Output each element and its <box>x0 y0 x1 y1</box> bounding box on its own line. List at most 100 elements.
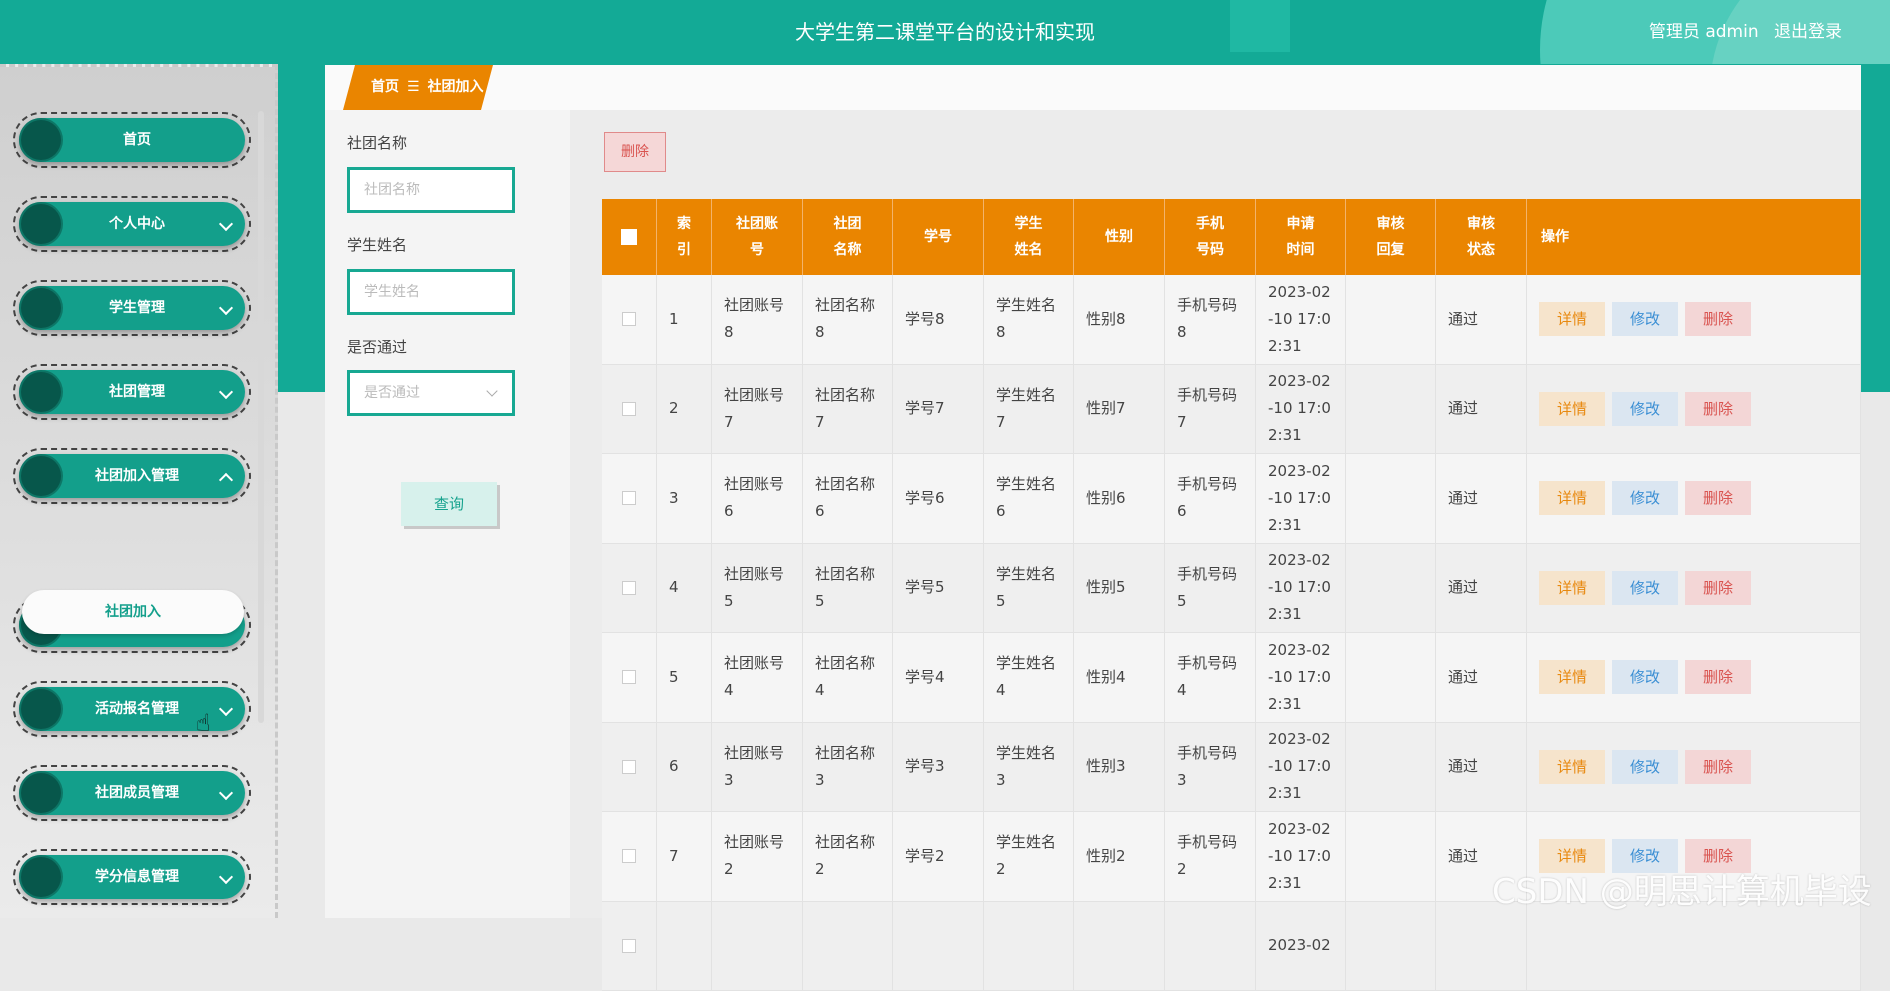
sidebar-item-student-mgmt[interactable]: 学生管理 <box>13 280 251 336</box>
sidebar-item-club-mgmt[interactable]: 社团管理 <box>13 364 251 420</box>
cell-reply <box>1346 633 1436 722</box>
club-name-input[interactable]: 社团名称 <box>347 167 515 213</box>
breadcrumb-bar: 首页☰社团加入 <box>325 65 1861 111</box>
delete-button[interactable]: 删除 <box>1685 571 1751 605</box>
cell-index <box>657 902 712 991</box>
row-checkbox[interactable] <box>622 312 636 326</box>
row-checkbox[interactable] <box>622 402 636 416</box>
sidebar-item-pill: 社团成员管理 <box>19 771 245 815</box>
column-phone: 手机 号码 <box>1165 199 1256 275</box>
cell-account: 社团账号 2 <box>712 812 803 901</box>
detail-button[interactable]: 详情 <box>1539 750 1605 784</box>
chevron-down-icon <box>486 385 497 396</box>
column-review-status: 审核 状态 <box>1436 199 1527 275</box>
cell-actions: 详情修改删除 <box>1527 365 1861 454</box>
student-name-input[interactable]: 学生姓名 <box>347 269 515 315</box>
sidebar-item-label: 活动报名管理 <box>59 687 215 731</box>
cell-phone: 手机号码 6 <box>1165 454 1256 543</box>
row-checkbox[interactable] <box>622 760 636 774</box>
row-checkbox[interactable] <box>622 491 636 505</box>
sidebar-item-pill: 个人中心 <box>19 202 245 246</box>
cell-status: 通过 <box>1436 544 1527 633</box>
cell-time: 2023-02 -10 17:0 2:31 <box>1256 454 1346 543</box>
sidebar-item-pill: 学分信息管理 <box>19 855 245 899</box>
column-club-name: 社团 名称 <box>803 199 893 275</box>
column-apply-time: 申请 时间 <box>1256 199 1346 275</box>
sidebar-item-club-join-mgmt[interactable]: 社团加入管理 <box>13 448 251 504</box>
chevron-down-icon <box>219 301 233 315</box>
circle-icon <box>21 456 61 496</box>
batch-delete-button[interactable]: 删除 <box>604 132 666 172</box>
table-row: 3社团账号 6社团名称 6学号6学生姓名 6性别6手机号码 62023-02 -… <box>602 454 1861 544</box>
select-all-checkbox[interactable] <box>621 229 637 245</box>
sidebar-item-club-member-mgmt[interactable]: 社团成员管理 <box>13 765 251 821</box>
sidebar-item-home[interactable]: 首页 <box>13 112 251 168</box>
edit-button[interactable]: 修改 <box>1612 481 1678 515</box>
edit-button[interactable]: 修改 <box>1612 750 1678 784</box>
delete-button[interactable]: 删除 <box>1685 302 1751 336</box>
edit-button[interactable]: 修改 <box>1612 660 1678 694</box>
sidebar-item-label: 社团加入管理 <box>59 454 215 498</box>
table-row: 4社团账号 5社团名称 5学号5学生姓名 5性别5手机号码 52023-02 -… <box>602 544 1861 634</box>
table-row: 1社团账号 8社团名称 8学号8学生姓名 8性别8手机号码 82023-02 -… <box>602 275 1861 365</box>
cell-student: 学生姓名 7 <box>984 365 1074 454</box>
cell-name: 社团名称 6 <box>803 454 893 543</box>
cell-gender: 性别5 <box>1074 544 1165 633</box>
row-checkbox-cell <box>602 544 657 633</box>
student-name-label: 学生姓名 <box>347 234 407 255</box>
cell-time: 2023-02 -10 17:0 2:31 <box>1256 275 1346 364</box>
delete-button[interactable]: 删除 <box>1685 481 1751 515</box>
row-checkbox[interactable] <box>622 581 636 595</box>
cell-actions <box>1527 902 1861 991</box>
club-name-label: 社团名称 <box>347 132 407 153</box>
column-index: 索 引 <box>657 199 712 275</box>
table-row: 6社团账号 3社团名称 3学号3学生姓名 3性别3手机号码 32023-02 -… <box>602 723 1861 813</box>
sidebar-item-personal-center[interactable]: 个人中心 <box>13 196 251 252</box>
app-title: 大学生第二课堂平台的设计和实现 <box>0 0 1890 64</box>
detail-button[interactable]: 详情 <box>1539 481 1605 515</box>
cell-actions: 详情修改删除 <box>1527 633 1861 722</box>
cell-sid: 学号2 <box>893 812 984 901</box>
cell-phone: 手机号码 5 <box>1165 544 1256 633</box>
row-checkbox[interactable] <box>622 670 636 684</box>
detail-button[interactable]: 详情 <box>1539 660 1605 694</box>
detail-button[interactable]: 详情 <box>1539 392 1605 426</box>
cell-student: 学生姓名 3 <box>984 723 1074 812</box>
cell-account: 社团账号 6 <box>712 454 803 543</box>
row-checkbox[interactable] <box>622 849 636 863</box>
cell-sid: 学号3 <box>893 723 984 812</box>
edit-button[interactable]: 修改 <box>1612 571 1678 605</box>
edit-button[interactable]: 修改 <box>1612 392 1678 426</box>
delete-button[interactable]: 删除 <box>1685 660 1751 694</box>
cell-student: 学生姓名 5 <box>984 544 1074 633</box>
cell-student: 学生姓名 2 <box>984 812 1074 901</box>
sidebar-item-activity-signup-mgmt[interactable]: 活动报名管理 <box>13 681 251 737</box>
sidebar-scrollbar[interactable] <box>258 111 264 723</box>
cell-gender: 性别2 <box>1074 812 1165 901</box>
row-checkbox[interactable] <box>622 939 636 953</box>
breadcrumb-home[interactable]: 首页 <box>371 79 399 95</box>
submenu-item-club-join[interactable]: 社团加入 <box>22 590 244 634</box>
cell-sid: 学号4 <box>893 633 984 722</box>
delete-button[interactable]: 删除 <box>1685 750 1751 784</box>
select-all-checkbox-header[interactable] <box>602 199 657 275</box>
delete-button[interactable]: 删除 <box>1685 392 1751 426</box>
sidebar-item-credit-info-mgmt[interactable]: 学分信息管理 <box>13 849 251 905</box>
cell-reply <box>1346 902 1436 991</box>
row-checkbox-cell <box>602 454 657 543</box>
cell-gender: 性别3 <box>1074 723 1165 812</box>
cell-phone <box>1165 902 1256 991</box>
cell-reply <box>1346 544 1436 633</box>
column-actions: 操作 <box>1527 199 1861 275</box>
cell-gender: 性别6 <box>1074 454 1165 543</box>
passed-select[interactable]: 是否通过 <box>347 370 515 416</box>
logout-link[interactable]: 退出登录 <box>1774 22 1842 42</box>
detail-button[interactable]: 详情 <box>1539 571 1605 605</box>
sidebar: 首页个人中心学生管理社团管理社团加入管理社团活动管理活动报名管理社团成员管理学分… <box>0 64 278 918</box>
cell-index: 6 <box>657 723 712 812</box>
cell-time: 2023-02 -10 17:0 2:31 <box>1256 812 1346 901</box>
edit-button[interactable]: 修改 <box>1612 302 1678 336</box>
cell-status: 通过 <box>1436 454 1527 543</box>
query-button[interactable]: 查询 <box>401 482 497 526</box>
detail-button[interactable]: 详情 <box>1539 302 1605 336</box>
